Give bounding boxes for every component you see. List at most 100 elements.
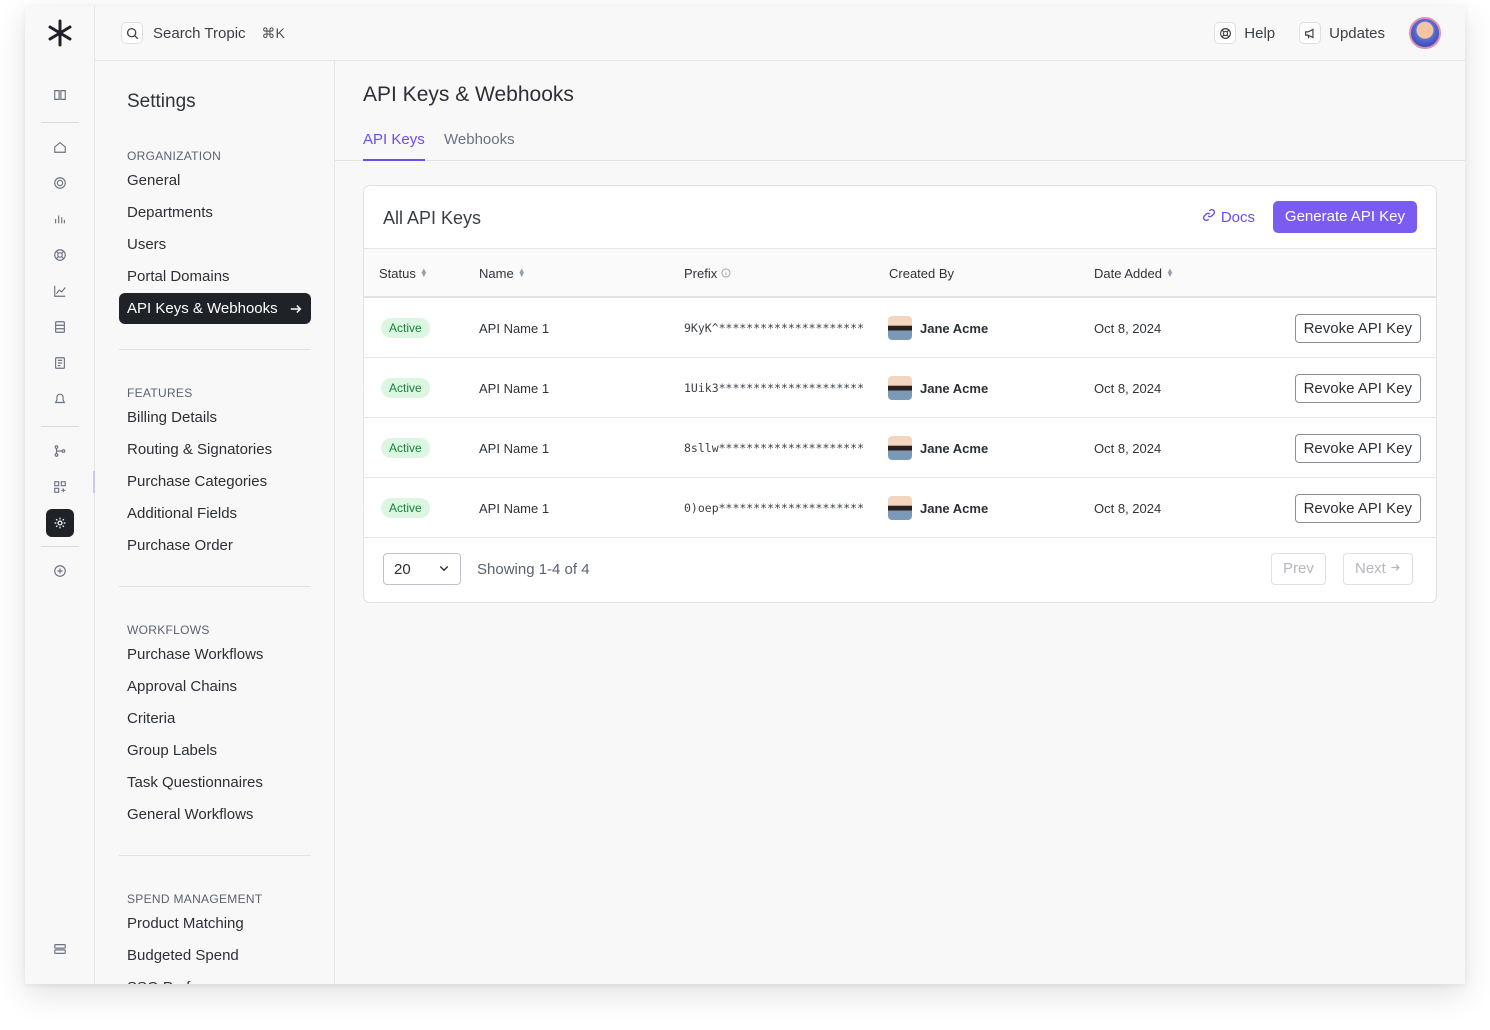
- document-icon[interactable]: [46, 349, 74, 377]
- add-circle-icon[interactable]: [46, 557, 74, 585]
- api-name: API Name 1: [479, 500, 550, 516]
- section-title-organization: ORGANIZATION: [127, 149, 222, 163]
- column-label: Created By: [889, 266, 955, 281]
- status-badge: Active: [381, 438, 430, 458]
- date-added: Oct 8, 2024: [1094, 440, 1162, 456]
- target-icon[interactable]: [46, 169, 74, 197]
- nav-item-approval-chains[interactable]: Approval Chains: [119, 671, 311, 702]
- nav-item-api-keys-webhooks[interactable]: API Keys & Webhooks: [119, 293, 311, 324]
- nav-item-billing-details[interactable]: Billing Details: [119, 402, 311, 433]
- api-name: API Name 1: [479, 380, 550, 396]
- nav-divider: [119, 349, 311, 350]
- apps-icon[interactable]: [46, 473, 74, 501]
- nav-item-departments[interactable]: Departments: [119, 197, 311, 228]
- branch-icon[interactable]: [46, 437, 74, 465]
- revoke-api-key-button[interactable]: Revoke API Key: [1294, 494, 1421, 523]
- nav-item-routing-signatories[interactable]: Routing & Signatories: [119, 434, 311, 465]
- status-badge: Active: [381, 318, 430, 338]
- search-label: Search Tropic: [153, 24, 246, 42]
- nav-item-criteria[interactable]: Criteria: [119, 703, 311, 734]
- updates-button[interactable]: Updates: [1299, 22, 1385, 44]
- revoke-api-key-button[interactable]: Revoke API Key: [1294, 374, 1421, 403]
- api-prefix: 8sllw*********************: [684, 441, 865, 455]
- user-avatar[interactable]: [1409, 17, 1441, 49]
- next-label: Next: [1355, 560, 1386, 577]
- nav-item-users[interactable]: Users: [119, 229, 311, 260]
- book-icon[interactable]: [46, 81, 74, 109]
- lifebuoy-icon[interactable]: [46, 241, 74, 269]
- creator-name: Jane Acme: [920, 440, 989, 456]
- nav-item-general-workflows[interactable]: General Workflows: [119, 799, 311, 830]
- table-row: Active API Name 1 9KyK^*****************…: [364, 298, 1436, 358]
- top-bar: Search Tropic ⌘K Help Updates: [95, 6, 1465, 61]
- revoke-api-key-button[interactable]: Revoke API Key: [1294, 434, 1421, 463]
- column-header-date-added[interactable]: Date Added ▲ ▼: [1094, 266, 1174, 281]
- nav-item-label: API Keys & Webhooks: [127, 300, 278, 317]
- help-button[interactable]: Help: [1214, 22, 1275, 44]
- sort-icon: ▲ ▼: [419, 266, 428, 279]
- nav-item-additional-fields[interactable]: Additional Fields: [119, 498, 311, 529]
- generate-api-key-button[interactable]: Generate API Key: [1272, 201, 1417, 233]
- line-chart-icon[interactable]: [46, 277, 74, 305]
- tab-bar: API Keys Webhooks: [335, 121, 1465, 161]
- nav-item-product-matching[interactable]: Product Matching: [119, 908, 311, 939]
- nav-item-sso-preferences[interactable]: SSO Preferences: [119, 972, 311, 984]
- api-name: API Name 1: [479, 320, 550, 336]
- section-title-workflows: WORKFLOWS: [127, 623, 210, 637]
- nav-item-purchase-categories[interactable]: Purchase Categories: [119, 466, 311, 497]
- icon-rail: [25, 6, 95, 984]
- column-header-created-by: Created By: [889, 266, 954, 281]
- home-icon[interactable]: [46, 133, 74, 161]
- revoke-api-key-button[interactable]: Revoke API Key: [1294, 314, 1421, 343]
- next-page-button[interactable]: Next: [1343, 553, 1414, 585]
- creator-name: Jane Acme: [920, 320, 989, 336]
- tropic-logo-icon[interactable]: [25, 6, 95, 60]
- per-page-select[interactable]: 20: [383, 553, 461, 585]
- app-window: Search Tropic ⌘K Help Updates Settings O…: [25, 6, 1465, 984]
- table-footer: 20 Showing 1-4 of 4 Prev Next: [364, 538, 1436, 602]
- date-added: Oct 8, 2024: [1094, 500, 1162, 516]
- bell-icon[interactable]: [46, 385, 74, 413]
- status-badge: Active: [381, 498, 430, 518]
- nav-item-purchase-workflows[interactable]: Purchase Workflows: [119, 639, 311, 670]
- column-header-status[interactable]: Status ▲ ▼: [379, 266, 428, 281]
- database-icon[interactable]: [46, 313, 74, 341]
- tab-webhooks[interactable]: Webhooks: [444, 131, 515, 161]
- nav-item-task-questionnaires[interactable]: Task Questionnaires: [119, 767, 311, 798]
- nav-item-portal-domains[interactable]: Portal Domains: [119, 261, 311, 292]
- column-label: Date Added: [1094, 266, 1162, 281]
- info-icon[interactable]: [721, 266, 731, 281]
- prev-page-button[interactable]: Prev: [1271, 553, 1326, 585]
- bar-chart-icon[interactable]: [46, 205, 74, 233]
- settings-gear-icon[interactable]: [46, 509, 74, 537]
- status-badge: Active: [381, 378, 430, 398]
- table-header: Status ▲ ▼ Name ▲ ▼ Prefix Created By Date A…: [364, 248, 1436, 298]
- creator-avatar: [888, 376, 912, 400]
- docs-link[interactable]: Docs: [1202, 208, 1255, 226]
- column-label: Status: [379, 266, 416, 281]
- sort-icon: ▲ ▼: [517, 266, 526, 279]
- table-row: Active API Name 1 1Uik3*****************…: [364, 358, 1436, 418]
- nav-divider: [119, 586, 311, 587]
- per-page-value: 20: [394, 560, 411, 578]
- date-added: Oct 8, 2024: [1094, 320, 1162, 336]
- nav-item-general[interactable]: General: [119, 165, 311, 196]
- chevron-down-icon: [438, 561, 450, 578]
- creator-name: Jane Acme: [920, 380, 989, 396]
- collapse-menu-icon[interactable]: [46, 935, 74, 963]
- creator-name: Jane Acme: [920, 500, 989, 516]
- column-header-name[interactable]: Name ▲ ▼: [479, 266, 526, 281]
- nav-item-budgeted-spend[interactable]: Budgeted Spend: [119, 940, 311, 971]
- arrow-right-icon: [289, 293, 303, 324]
- sort-icon: ▲ ▼: [1165, 266, 1174, 279]
- tab-api-keys[interactable]: API Keys: [363, 131, 425, 161]
- link-icon: [1202, 208, 1216, 226]
- search-bar[interactable]: Search Tropic ⌘K: [121, 21, 285, 45]
- nav-item-purchase-order[interactable]: Purchase Order: [119, 530, 311, 561]
- lifebuoy-icon: [1214, 22, 1237, 44]
- table-row: Active API Name 1 8sllw*****************…: [364, 418, 1436, 478]
- nav-item-group-labels[interactable]: Group Labels: [119, 735, 311, 766]
- rail-divider: [41, 122, 79, 123]
- rail-divider: [41, 546, 79, 547]
- api-prefix: 1Uik3*********************: [684, 381, 865, 395]
